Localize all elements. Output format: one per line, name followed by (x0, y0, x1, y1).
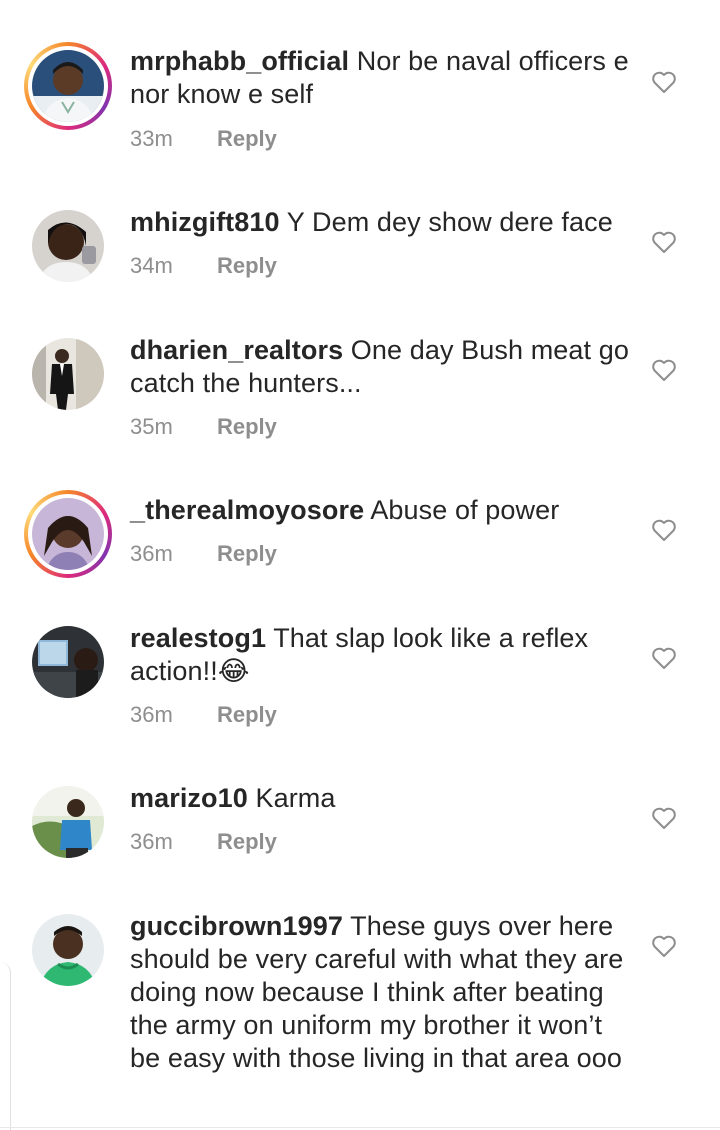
avatar (32, 498, 104, 570)
avatar-story-ring[interactable] (24, 42, 112, 130)
heart-outline-icon[interactable] (651, 230, 677, 254)
avatar-image (32, 626, 104, 698)
heart-outline-icon[interactable] (651, 70, 677, 94)
comment-body: Y Dem dey show dere face (286, 207, 613, 237)
reply-button[interactable]: Reply (217, 126, 277, 152)
avatar-story-ring[interactable] (24, 490, 112, 578)
comment-body: Karma (255, 783, 336, 813)
reply-button[interactable]: Reply (217, 829, 277, 855)
avatar-image (32, 914, 104, 986)
comment-meta: 36m Reply (130, 829, 277, 855)
comment-time: 36m (130, 829, 173, 854)
comment-username[interactable]: marizo10 (130, 783, 248, 813)
comment-meta: 34m Reply (130, 253, 277, 279)
comment-text: dharien_realtors One day Bush meat go ca… (130, 334, 630, 400)
comment-username[interactable]: dharien_realtors (130, 335, 343, 365)
heart-outline-icon[interactable] (651, 646, 677, 670)
comment-text: marizo10 Karma (130, 782, 630, 815)
divider (0, 1127, 720, 1128)
comment-text: guccibrown1997 These guys over here shou… (130, 910, 630, 1075)
comment-time: 36m (130, 541, 173, 566)
comment-username[interactable]: mrphabb_official (130, 46, 349, 76)
reply-button[interactable]: Reply (217, 414, 277, 440)
comment-username[interactable]: guccibrown1997 (130, 911, 343, 941)
comment-username[interactable]: realestog1 (130, 623, 266, 653)
comment-meta: 35m Reply (130, 414, 277, 440)
heart-outline-icon[interactable] (651, 358, 677, 382)
comment-time: 34m (130, 253, 173, 278)
comment-text: realestog1 That slap look like a reflex … (130, 622, 630, 688)
comment-meta: 36m Reply (130, 541, 277, 567)
comment-time: 33m (130, 126, 173, 151)
comment-meta: 36m Reply (130, 702, 277, 728)
comment-text: mhizgift810 Y Dem dey show dere face (130, 206, 630, 239)
reply-button[interactable]: Reply (217, 541, 277, 567)
heart-outline-icon[interactable] (651, 518, 677, 542)
comment-time: 36m (130, 702, 173, 727)
avatar[interactable] (32, 210, 104, 282)
avatar[interactable] (32, 338, 104, 410)
heart-outline-icon[interactable] (651, 806, 677, 830)
comment-username[interactable]: _therealmoyosore (130, 495, 364, 525)
comment-text: mrphabb_official Nor be naval officers e… (130, 45, 630, 111)
comment-username[interactable]: mhizgift810 (130, 207, 280, 237)
comment-time: 35m (130, 414, 173, 439)
avatar (32, 50, 104, 122)
comment-meta: 33m Reply (130, 126, 277, 152)
avatar-image (32, 210, 104, 282)
reply-button[interactable]: Reply (217, 253, 277, 279)
comment-text: _therealmoyosore Abuse of power (130, 494, 630, 527)
avatar[interactable] (32, 786, 104, 858)
comment-body: Abuse of power (370, 495, 560, 525)
sheet-edge (0, 962, 11, 1130)
avatar[interactable] (32, 626, 104, 698)
reply-button[interactable]: Reply (217, 702, 277, 728)
avatar[interactable] (32, 914, 104, 986)
avatar-image (32, 338, 104, 410)
avatar-image (32, 786, 104, 858)
heart-outline-icon[interactable] (651, 934, 677, 958)
